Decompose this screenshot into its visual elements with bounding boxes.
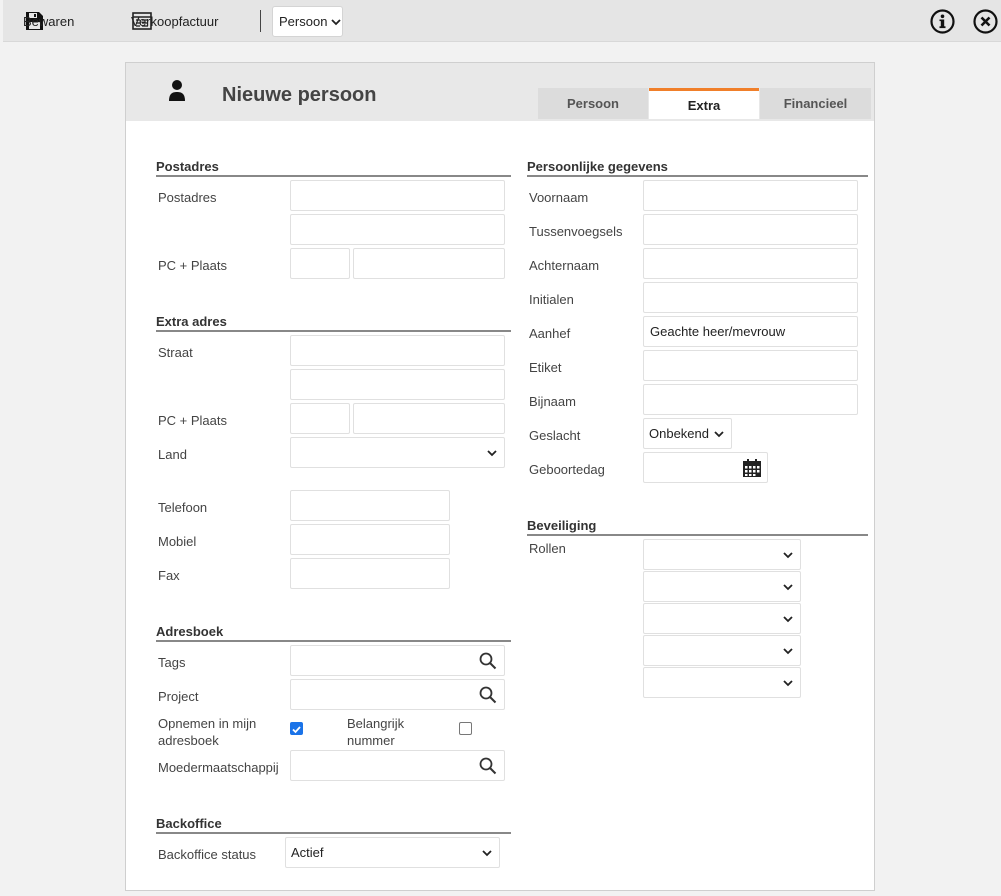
fax-label: Fax [158,568,180,583]
section-persoonlijke-gegevens: Persoonlijke gegevens [527,159,868,177]
belangrijk-label-1: Belangrijk [347,716,405,731]
section-backoffice: Backoffice [156,816,511,834]
tab-persoon[interactable]: Persoon [538,88,648,119]
opnemen-checkbox[interactable] [290,722,303,735]
type-select-value: Persoon [279,14,328,29]
project-label: Project [158,689,199,704]
moedermaatschappij-input[interactable] [290,750,505,781]
belangrijk-label-2: nummer [347,733,395,748]
toolbar: Bewaren Verkoopfactuur Persoon [3,0,1001,42]
opnemen-label-2: adresboek [158,733,219,748]
backoffice-status-select[interactable]: Actief [285,837,500,868]
fax-input[interactable] [290,558,450,589]
project-input[interactable] [290,679,505,710]
rollen-select-3[interactable] [643,603,801,634]
chevron-down-icon [482,850,492,857]
section-postadres: Postadres [156,159,511,177]
person-icon [169,80,185,101]
chevron-down-icon [783,584,793,591]
type-select[interactable]: Persoon [272,6,343,37]
search-icon[interactable] [479,686,497,704]
moedermaatschappij-label: Moedermaatschappij [158,760,279,775]
dialog-header: Nieuwe persoon Persoon Extra Financieel [126,63,874,121]
rollen-select-1[interactable] [643,539,801,570]
straat-label: Straat [158,345,193,360]
straat-line1-input[interactable] [290,335,505,366]
achternaam-label: Achternaam [529,258,600,273]
aanhef-label: Aanhef [529,326,571,341]
info-icon[interactable] [930,9,955,34]
etiket-label: Etiket [529,360,562,375]
tussenvoegsels-input[interactable] [643,214,858,245]
chevron-down-icon [783,680,793,687]
chevron-down-icon [783,552,793,559]
person-dialog: Nieuwe persoon Persoon Extra Financieel … [125,62,875,891]
chevron-down-icon [783,648,793,655]
extra-pc-label: PC + Plaats [158,413,228,428]
mobiel-input[interactable] [290,524,450,555]
postadres-line1-input[interactable] [290,180,505,211]
section-adresboek: Adresboek [156,624,511,642]
postadres-line2-input[interactable] [290,214,505,245]
land-select[interactable] [290,437,505,468]
postadres-pc-label: PC + Plaats [158,258,228,273]
postadres-postcode-input[interactable] [290,248,350,279]
invoice-button[interactable]: Verkoopfactuur [131,0,218,42]
search-icon[interactable] [479,757,497,775]
straat-line2-input[interactable] [290,369,505,400]
chevron-down-icon [331,18,342,25]
geslacht-label: Geslacht [529,428,581,443]
close-icon[interactable] [973,9,998,34]
bijnaam-input[interactable] [643,384,858,415]
chevron-down-icon [783,616,793,623]
mobiel-label: Mobiel [158,534,197,549]
bijnaam-label: Bijnaam [529,394,576,409]
check-icon [292,726,301,734]
backoffice-status-value: Actief [291,845,324,860]
telefoon-input[interactable] [290,490,450,521]
rollen-select-4[interactable] [643,635,801,666]
section-beveiliging: Beveiliging [527,518,868,536]
dialog-title: Nieuwe persoon [222,84,377,106]
aanhef-value: Geachte heer/mevrouw [650,324,786,339]
aanhef-input[interactable]: Geachte heer/mevrouw [643,316,858,347]
belangrijk-checkbox[interactable] [459,722,472,735]
opnemen-label-1: Opnemen in mijn [158,716,257,731]
initialen-label: Initialen [529,292,574,307]
telefoon-label: Telefoon [158,500,208,515]
rollen-label: Rollen [529,541,566,556]
geslacht-select[interactable]: Onbekend [643,418,732,449]
geboortedag-input[interactable] [643,452,768,483]
tab-financieel[interactable]: Financieel [760,88,871,119]
chevron-down-icon [714,431,724,438]
geslacht-value: Onbekend [649,426,709,441]
search-icon[interactable] [479,652,497,670]
tags-label: Tags [158,655,186,670]
rollen-select-2[interactable] [643,571,801,602]
land-label: Land [158,447,187,462]
rollen-select-5[interactable] [643,667,801,698]
postadres-plaats-input[interactable] [353,248,505,279]
etiket-input[interactable] [643,350,858,381]
backoffice-status-label: Backoffice status [158,847,257,862]
extra-postcode-input[interactable] [290,403,350,434]
voornaam-label: Voornaam [529,190,589,205]
tags-input[interactable] [290,645,505,676]
toolbar-separator [260,10,261,32]
section-extra-adres: Extra adres [156,314,511,332]
extra-plaats-input[interactable] [353,403,505,434]
achternaam-input[interactable] [643,248,858,279]
tab-extra[interactable]: Extra [649,88,759,119]
save-label: Bewaren [23,13,75,29]
voornaam-input[interactable] [643,180,858,211]
geboortedag-label: Geboortedag [529,462,605,477]
calendar-icon[interactable] [742,458,762,478]
chevron-down-icon [487,450,497,457]
invoice-label: Verkoopfactuur [131,13,219,29]
tussenvoegsels-label: Tussenvoegsels [529,224,623,239]
initialen-input[interactable] [643,282,858,313]
save-button[interactable]: Bewaren [23,0,74,42]
postadres-label: Postadres [158,190,217,205]
